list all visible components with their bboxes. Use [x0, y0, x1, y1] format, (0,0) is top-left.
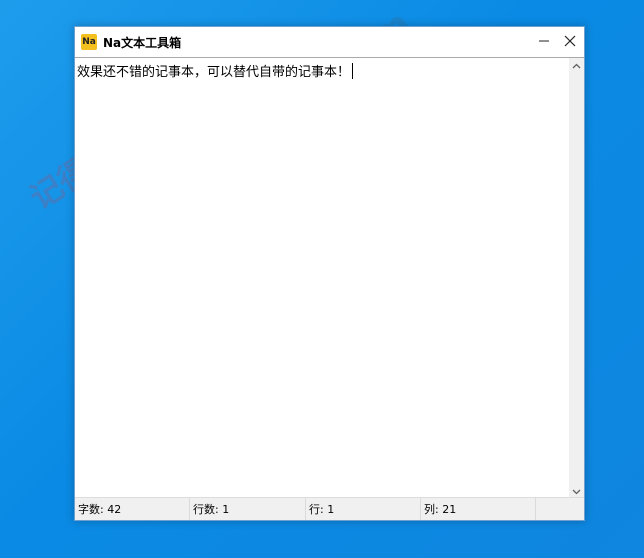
title-bar[interactable]: Na Na文本工具箱: [75, 27, 584, 57]
status-line-count: 行数: 1: [190, 498, 306, 520]
text-caret: [352, 63, 354, 79]
status-bar: 字数: 42 行数: 1 行: 1 列: 21: [75, 497, 584, 520]
status-col: 列: 21: [421, 498, 536, 520]
text-editor[interactable]: 效果还不错的记事本，可以替代自带的记事本！: [75, 57, 569, 499]
status-char-count: 字数: 42: [75, 498, 190, 520]
editor-text-value: 效果还不错的记事本，可以替代自带的记事本！: [77, 65, 351, 80]
scroll-up-button[interactable]: [569, 58, 584, 73]
window-title: Na文本工具箱: [103, 35, 182, 50]
status-row: 行: 1: [306, 498, 421, 520]
app-window: Na Na文本工具箱 效果还不错的记事本，可以替代自带的记事本！ 字数: 42 …: [74, 26, 585, 521]
minimize-icon: [539, 40, 549, 42]
minimize-button[interactable]: [530, 27, 558, 55]
chevron-down-icon: [572, 489, 581, 494]
close-icon: [564, 35, 576, 47]
vertical-scrollbar[interactable]: [569, 57, 584, 499]
editor-content[interactable]: 效果还不错的记事本，可以替代自带的记事本！: [77, 61, 354, 80]
close-button[interactable]: [556, 27, 584, 55]
chevron-up-icon: [572, 63, 581, 68]
app-logo-icon: Na: [81, 34, 97, 50]
